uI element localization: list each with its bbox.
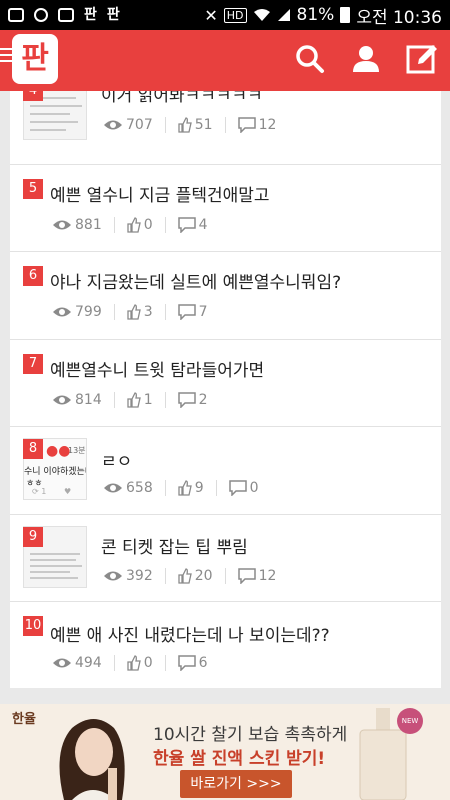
ad-subheadline: 한율 쌀 진액 스킨 받기!: [153, 749, 326, 769]
eye-icon: [53, 307, 71, 317]
view-count: 799: [75, 304, 102, 320]
post-item[interactable]: 6 야나 지금왔는데 실트에 예쁜열수니뭐임? 799 3 7: [10, 252, 441, 340]
rank-badge: 6: [23, 266, 43, 286]
post-stats: 799 3 7: [52, 304, 232, 320]
post-stats: 707 51 12: [103, 117, 300, 133]
like-count: 9: [194, 480, 204, 496]
rank-badge: 4: [23, 91, 43, 101]
battery-percent: 81%: [296, 5, 335, 25]
signal-icon: [277, 9, 290, 21]
eye-icon: [104, 120, 122, 130]
comment-icon: [237, 568, 256, 584]
post-item[interactable]: 4 이거 읽어봐ㅋㅋㅋㅋㅋ 707 51 12: [10, 91, 441, 165]
comment-count: 12: [258, 568, 277, 584]
comment-count: 6: [198, 655, 208, 671]
ad-cta-button[interactable]: 바로가기 >>>: [180, 770, 292, 798]
status-bar: 판 판 ✕ HD 81% 오전 10:36: [0, 0, 450, 30]
ad-banner[interactable]: 한율 10시간 찰기 보습 촉촉하게 한율 쌀 진액 스킨 받기! 바로가기 >…: [0, 704, 450, 800]
chat-icon: [8, 8, 24, 22]
view-count: 814: [75, 392, 102, 408]
pan-icon: 판: [84, 7, 97, 23]
thumbs-up-icon: [178, 117, 192, 133]
post-title: ㄹㅇ: [101, 452, 133, 472]
clock: 오전 10:36: [356, 7, 442, 28]
eye-icon: [53, 658, 71, 668]
ad-model-image: [59, 719, 125, 800]
post-list: 4 이거 읽어봐ㅋㅋㅋㅋㅋ 707 51 12 5 예쁜 열수니 지금 플텍건애…: [10, 91, 441, 688]
thumbs-up-icon: [127, 392, 141, 408]
user-icon[interactable]: [350, 43, 382, 75]
post-stats: 494 0 6: [52, 655, 232, 671]
mute-icon: ✕: [204, 5, 218, 25]
write-icon[interactable]: [406, 43, 438, 75]
app-header: 판: [0, 30, 450, 91]
like-count: 0: [143, 217, 153, 233]
comment-count: 12: [258, 117, 277, 133]
thumbs-up-icon: [178, 568, 192, 584]
rank-badge: 7: [23, 354, 43, 374]
eye-icon: [53, 395, 71, 405]
view-count: 707: [126, 117, 153, 133]
post-title: 예쁜 열수니 지금 플텍건애말고: [50, 186, 270, 206]
thumbs-up-icon: [127, 304, 141, 320]
rank-badge: 9: [23, 527, 43, 547]
post-title: 콘 티켓 잡는 팁 뿌림: [101, 538, 248, 558]
post-title: 예쁜열수니 트윗 탐라들어가면: [50, 361, 265, 381]
post-title: 이거 읽어봐ㅋㅋㅋㅋㅋ: [101, 91, 263, 106]
post-stats: 814 1 2: [52, 392, 232, 408]
logo[interactable]: 판: [12, 34, 58, 84]
eye-icon: [53, 220, 71, 230]
post-item[interactable]: 9 콘 티켓 잡는 팁 뿌림 392 20 12: [10, 515, 441, 602]
battery-icon: [340, 7, 351, 23]
comment-icon: [177, 217, 196, 233]
new-badge: NEW: [397, 708, 423, 734]
like-count: 51: [194, 117, 213, 133]
comment-count: 7: [198, 304, 208, 320]
ad-brand-logo: 한율: [12, 712, 36, 727]
comment-icon: [177, 304, 196, 320]
search-icon[interactable]: [294, 43, 326, 75]
comment-icon: [177, 392, 196, 408]
post-item[interactable]: 7 예쁜열수니 트윗 탐라들어가면 814 1 2: [10, 340, 441, 427]
thumbs-up-icon: [127, 655, 141, 671]
post-stats: 392 20 12: [103, 568, 300, 584]
rank-badge: 8: [23, 439, 43, 459]
post-title: 야나 지금왔는데 실트에 예쁜열수니뭐임?: [50, 273, 342, 293]
thumbs-up-icon: [127, 217, 141, 233]
comment-icon: [237, 117, 256, 133]
view-count: 881: [75, 217, 102, 233]
rank-badge: 10: [23, 616, 43, 636]
comment-count: 0: [249, 480, 259, 496]
comment-count: 4: [198, 217, 208, 233]
pan-icon: 판: [106, 7, 120, 23]
like-count: 1: [143, 392, 153, 408]
thumb-time: 13분: [68, 446, 86, 455]
like-count: 20: [194, 568, 213, 584]
thumbs-up-icon: [178, 480, 192, 496]
like-count: 0: [143, 655, 153, 671]
image-icon: [58, 8, 74, 22]
post-item[interactable]: ●● 13분 수니 이야하겠는데 ㅎㅎ ⟳ 1 ♥ 8 ㄹㅇ 658 9 0: [10, 427, 441, 515]
post-item[interactable]: 10 예쁜 애 사진 내렸다는데 나 보이는데?? 494 0 6: [10, 602, 441, 688]
wifi-icon: [253, 9, 270, 21]
view-count: 494: [75, 655, 102, 671]
post-stats: 881 0 4: [52, 217, 232, 233]
post-item[interactable]: 5 예쁜 열수니 지금 플텍건애말고 881 0 4: [10, 165, 441, 252]
comment-icon: [228, 480, 247, 496]
post-title: 예쁜 애 사진 내렸다는데 나 보이는데??: [50, 626, 330, 646]
rank-badge: 5: [23, 179, 43, 199]
view-count: 658: [126, 480, 153, 496]
post-stats: 658 9 0: [103, 480, 283, 496]
ad-headline: 10시간 찰기 보습 촉촉하게: [153, 725, 348, 745]
comment-count: 2: [198, 392, 208, 408]
like-count: 3: [143, 304, 153, 320]
hd-icon: HD: [223, 7, 247, 23]
view-count: 392: [126, 568, 153, 584]
eye-icon: [104, 483, 122, 493]
eye-icon: [104, 571, 122, 581]
comment-icon: [177, 655, 196, 671]
circle-icon: [34, 8, 48, 22]
